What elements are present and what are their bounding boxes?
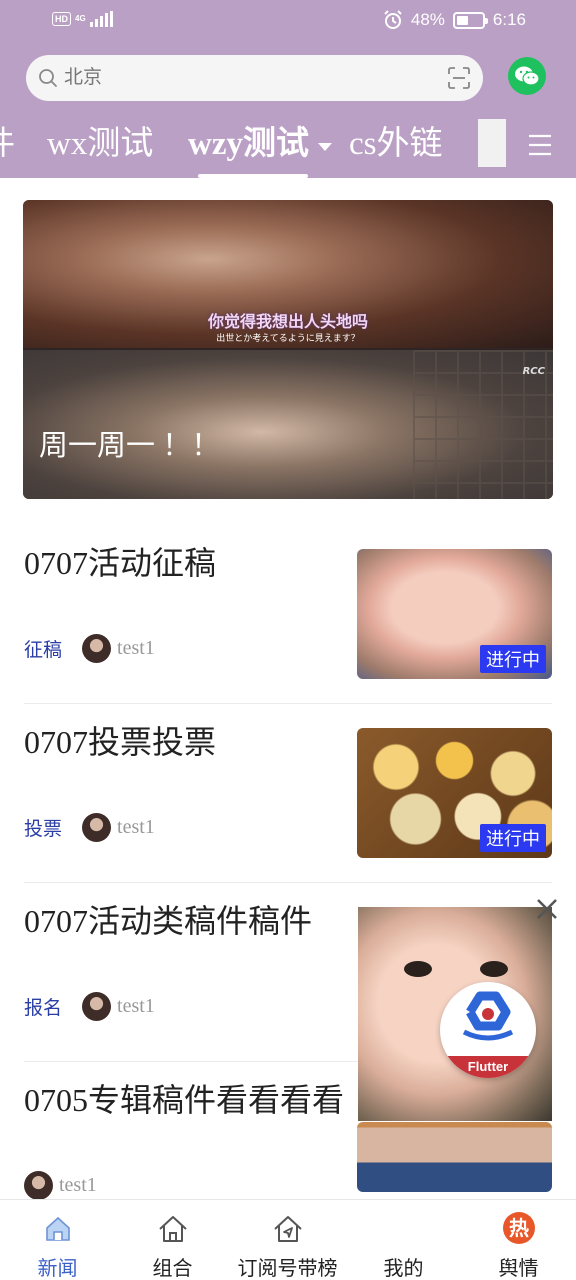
- article-author: test1: [117, 994, 155, 1017]
- article-thumbnail: 进行中: [357, 549, 552, 679]
- tab-thumbnail[interactable]: [478, 119, 506, 167]
- clock: 6:16: [492, 10, 526, 29]
- bottom-navigation: 新闻 组合 订阅号带榜单 我的 热 舆情: [0, 1199, 576, 1280]
- nav-subscription-ranking[interactable]: 订阅号带榜单: [230, 1200, 345, 1280]
- send-house-icon: [274, 1216, 302, 1242]
- nav-label: 组合: [152, 1258, 193, 1280]
- article-tag: 征稿: [24, 639, 63, 661]
- status-left: HD 4G: [52, 11, 113, 27]
- article-tag: 报名: [24, 997, 63, 1019]
- avatar: [82, 812, 112, 842]
- search-input[interactable]: [64, 55, 424, 101]
- home-outline-icon: [159, 1216, 187, 1242]
- top-header: HD 4G 48% 6:16 北京 wx测试 wzy测试 cs外链: [0, 0, 576, 178]
- article-author: test1: [117, 636, 155, 659]
- signal-icon: [89, 11, 113, 27]
- tab-cut-off[interactable]: 件: [0, 124, 15, 164]
- article-meta: 报名 test1: [24, 991, 155, 1021]
- battery-percent: 48%: [410, 10, 445, 29]
- search-bar[interactable]: [26, 55, 483, 101]
- active-tab-indicator: [198, 174, 308, 178]
- article-tag: 投票: [24, 818, 63, 840]
- banner-subtitle-japanese: 出世とか考えてるように見えます？: [216, 334, 360, 344]
- tab-wzy-test[interactable]: wzy测试: [188, 124, 309, 164]
- scan-icon[interactable]: [447, 66, 471, 90]
- nav-label: 舆情: [498, 1258, 539, 1280]
- nav-combination[interactable]: 组合: [115, 1200, 230, 1280]
- article-meta: 投票 test1: [24, 812, 155, 842]
- banner-title: 周一周一 ！！: [39, 430, 221, 462]
- avatar: [24, 1170, 53, 1200]
- tab-wx-test[interactable]: wx测试: [47, 124, 153, 164]
- nav-news[interactable]: 新闻: [0, 1200, 115, 1280]
- avatar: [82, 991, 112, 1021]
- banner-subtitle-chinese: 你觉得我想出人头地吗: [207, 312, 368, 331]
- article-meta: 征稿 test1: [24, 633, 155, 663]
- battery-icon: [452, 11, 488, 29]
- article-title: 0707活动征稿: [24, 545, 217, 581]
- home-icon: [46, 1216, 70, 1241]
- nav-label: 我的: [383, 1258, 424, 1280]
- list-item[interactable]: 0707投票投票 投票 test1 进行中: [24, 704, 552, 883]
- close-icon[interactable]: [534, 896, 560, 922]
- article-meta: test1: [24, 1170, 97, 1200]
- avatar: [82, 633, 112, 663]
- banner-watermark: RCC: [522, 366, 545, 377]
- hot-icon: 热: [503, 1212, 535, 1244]
- flutter-label: Flutter: [440, 1056, 536, 1078]
- nav-label: 新闻: [37, 1258, 78, 1280]
- article-thumbnail: [357, 1122, 552, 1192]
- floating-panel-image: [404, 961, 508, 977]
- article-author: test1: [59, 1173, 97, 1196]
- network-type: 4G: [75, 14, 86, 23]
- tab-cs-external-link[interactable]: cs外链: [349, 124, 443, 164]
- alarm-icon: [384, 10, 402, 29]
- article-title: 0707活动类稿件稿件: [24, 903, 313, 939]
- article-title: 0705专辑稿件看看看看: [24, 1082, 345, 1118]
- banner-carousel[interactable]: 你觉得我想出人头地吗 出世とか考えてるように見えます？ RCC 周一周一 ！！: [23, 200, 553, 499]
- nav-label: 订阅号带榜单: [237, 1258, 338, 1280]
- chevron-down-icon[interactable]: [318, 143, 332, 151]
- list-item[interactable]: 0707活动征稿 征稿 test1 进行中: [24, 525, 552, 704]
- wechat-icon: [515, 66, 540, 86]
- status-bar: HD 4G 48% 6:16: [0, 0, 576, 44]
- nav-mine[interactable]: 我的: [346, 1200, 461, 1280]
- status-badge: 进行中: [480, 824, 546, 852]
- flutter-floating-button[interactable]: Flutter: [440, 982, 536, 1078]
- channel-tabs: 件 wx测试 wzy测试 cs外链: [0, 112, 576, 178]
- article-author: test1: [117, 815, 155, 838]
- wechat-button[interactable]: [508, 57, 546, 95]
- article-thumbnail: 进行中: [357, 728, 552, 858]
- menu-icon[interactable]: [528, 134, 552, 156]
- search-icon: [39, 69, 57, 87]
- status-badge: 进行中: [480, 645, 546, 673]
- article-title: 0707投票投票: [24, 724, 217, 760]
- hd-icon: HD: [52, 12, 71, 26]
- nav-public-opinion[interactable]: 热 舆情: [461, 1200, 576, 1280]
- status-right: 48% 6:16: [383, 10, 526, 30]
